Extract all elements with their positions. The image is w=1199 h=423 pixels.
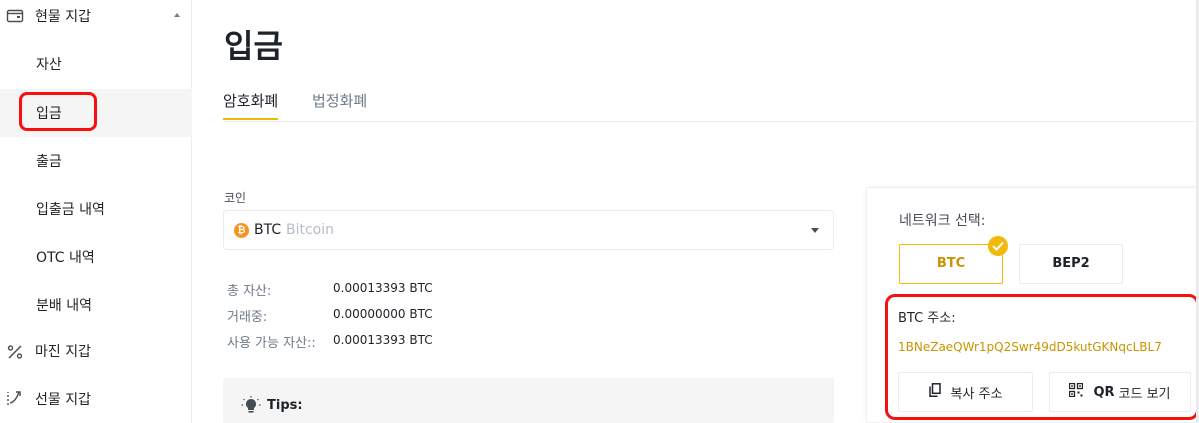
nav-spot-wallet[interactable]: 현물 지갑 (0, 0, 192, 32)
tips-box: Tips: (223, 378, 834, 423)
wallet-icon (6, 9, 24, 23)
balance-value: 0.00013393 BTC (333, 333, 433, 347)
sidebar-item-label: OTC 내역 (36, 250, 95, 266)
sidebar-item-transaction-history[interactable]: 입출금 내역 (0, 185, 192, 233)
highlight-annotation-deposit (19, 92, 97, 131)
network-label: 네트워크 선택: (899, 213, 986, 229)
sidebar-item-otc-history[interactable]: OTC 내역 (0, 233, 192, 281)
coin-select[interactable]: ₿ BTC Bitcoin (223, 210, 834, 250)
page-title: 입금 (224, 27, 283, 65)
highlight-annotation-address (885, 294, 1199, 420)
sidebar-item-assets[interactable]: 자산 (0, 40, 192, 88)
sidebar-item-withdraw[interactable]: 출금 (0, 137, 192, 185)
sidebar-item-label: 입출금 내역 (36, 202, 105, 218)
balance-label: 총 자산: (227, 284, 272, 299)
network-bep2-button[interactable]: BEP2 (1019, 244, 1123, 284)
tab-divider (223, 121, 1199, 122)
chevron-up-icon (174, 13, 180, 17)
tips-label: Tips: (267, 398, 303, 413)
nav-futures-wallet-label: 선물 지갑 (35, 392, 91, 408)
chevron-down-icon (811, 228, 819, 233)
percent-icon (7, 345, 23, 359)
tab-crypto[interactable]: 암호화폐 (223, 90, 279, 122)
lightbulb-icon (241, 396, 261, 413)
balance-value: 0.00013393 BTC (333, 281, 433, 295)
tab-fiat[interactable]: 법정화폐 (312, 90, 367, 122)
network-btc-button[interactable]: BTC (899, 244, 1003, 284)
coin-symbol: BTC (254, 222, 282, 238)
futures-icon (7, 391, 21, 405)
nav-spot-wallet-label: 현물 지갑 (35, 9, 91, 25)
coin-label: 코인 (224, 191, 247, 205)
balance-label: 사용 가능 자산:: (227, 336, 316, 351)
sidebar-item-label: 자산 (36, 57, 62, 73)
bitcoin-icon: ₿ (234, 223, 249, 238)
coin-name: Bitcoin (286, 222, 335, 238)
sidebar-item-label: 출금 (36, 154, 62, 170)
sidebar-item-distribution-history[interactable]: 분배 내역 (0, 281, 192, 329)
sidebar: 현물 지갑 자산 입금 출금 입출금 내역 OTC 내역 분배 내역 마진 지갑… (0, 0, 192, 423)
nav-margin-wallet-label: 마진 지갑 (35, 344, 91, 360)
check-icon (988, 236, 1008, 256)
balance-value: 0.00000000 BTC (333, 307, 433, 321)
nav-futures-wallet[interactable]: 선물 지갑 (0, 383, 192, 415)
balance-label: 거래중: (227, 310, 268, 325)
sidebar-item-label: 분배 내역 (36, 298, 92, 314)
nav-margin-wallet[interactable]: 마진 지갑 (0, 335, 192, 367)
